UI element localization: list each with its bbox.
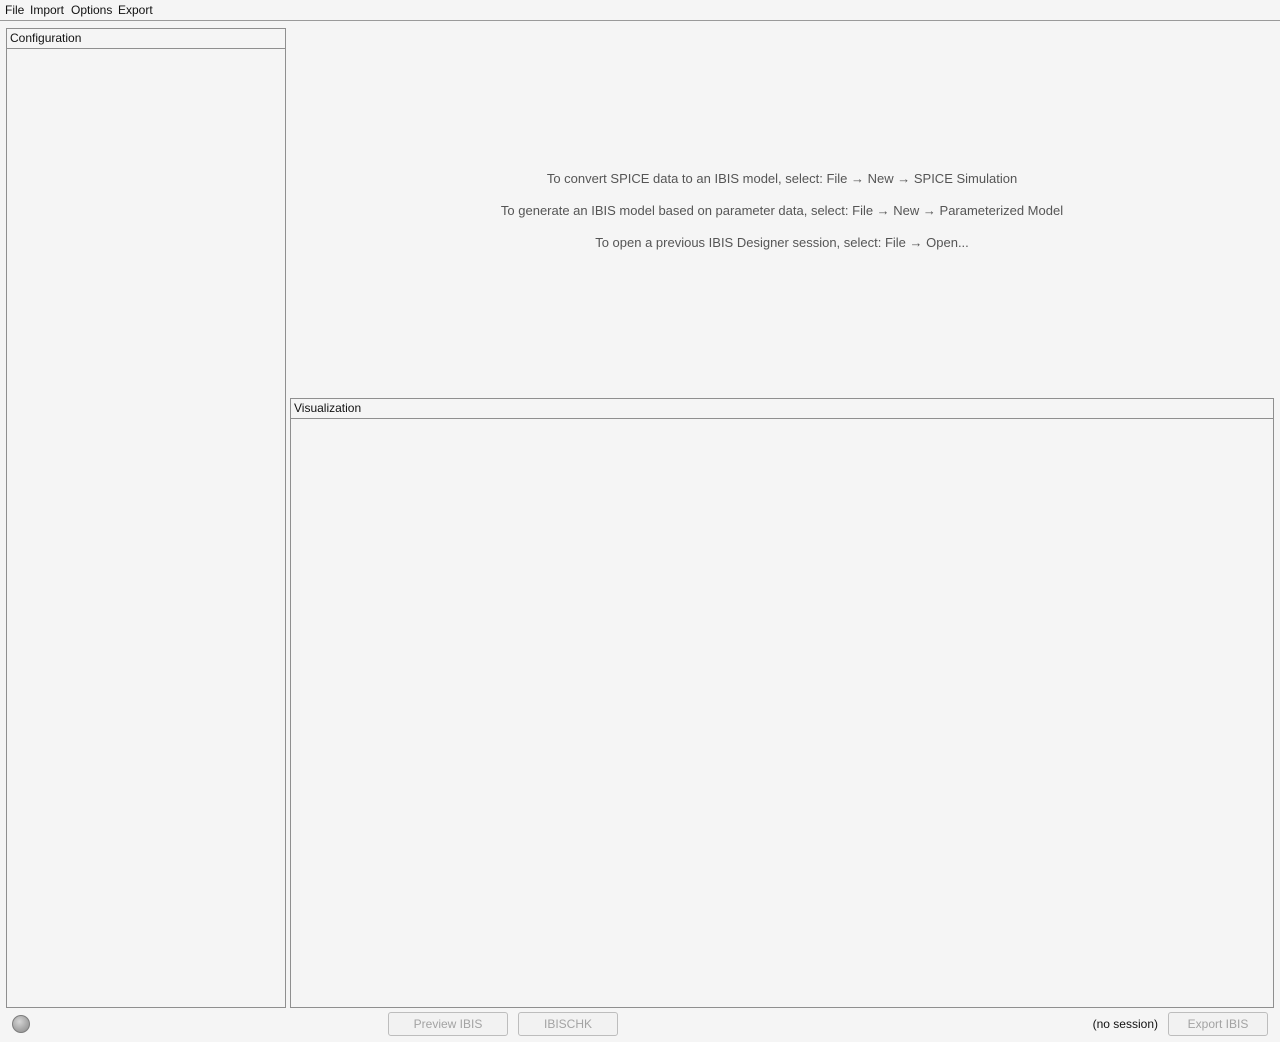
- menu-bar: File Import Options Export: [0, 0, 1280, 21]
- menu-export[interactable]: Export: [118, 2, 153, 18]
- status-indicator-icon: [12, 1015, 30, 1033]
- export-ibis-button[interactable]: Export IBIS: [1168, 1012, 1268, 1036]
- menu-options[interactable]: Options: [71, 2, 112, 18]
- menu-file[interactable]: File: [5, 2, 24, 18]
- configuration-panel-title: Configuration: [7, 29, 285, 49]
- configuration-panel: Configuration: [6, 28, 286, 1008]
- visualization-panel: Visualization: [290, 398, 1274, 1008]
- session-status: (no session): [1092, 1017, 1158, 1031]
- visualization-panel-title: Visualization: [291, 399, 1273, 419]
- menu-import[interactable]: Import: [30, 2, 64, 18]
- instruction-parameterized: To generate an IBIS model based on param…: [500, 203, 1064, 218]
- instruction-open-session: To open a previous IBIS Designer session…: [595, 235, 969, 250]
- preview-ibis-button[interactable]: Preview IBIS: [388, 1012, 508, 1036]
- ibischk-button[interactable]: IBISCHK: [518, 1012, 618, 1036]
- instruction-spice: To convert SPICE data to an IBIS model, …: [546, 171, 1018, 186]
